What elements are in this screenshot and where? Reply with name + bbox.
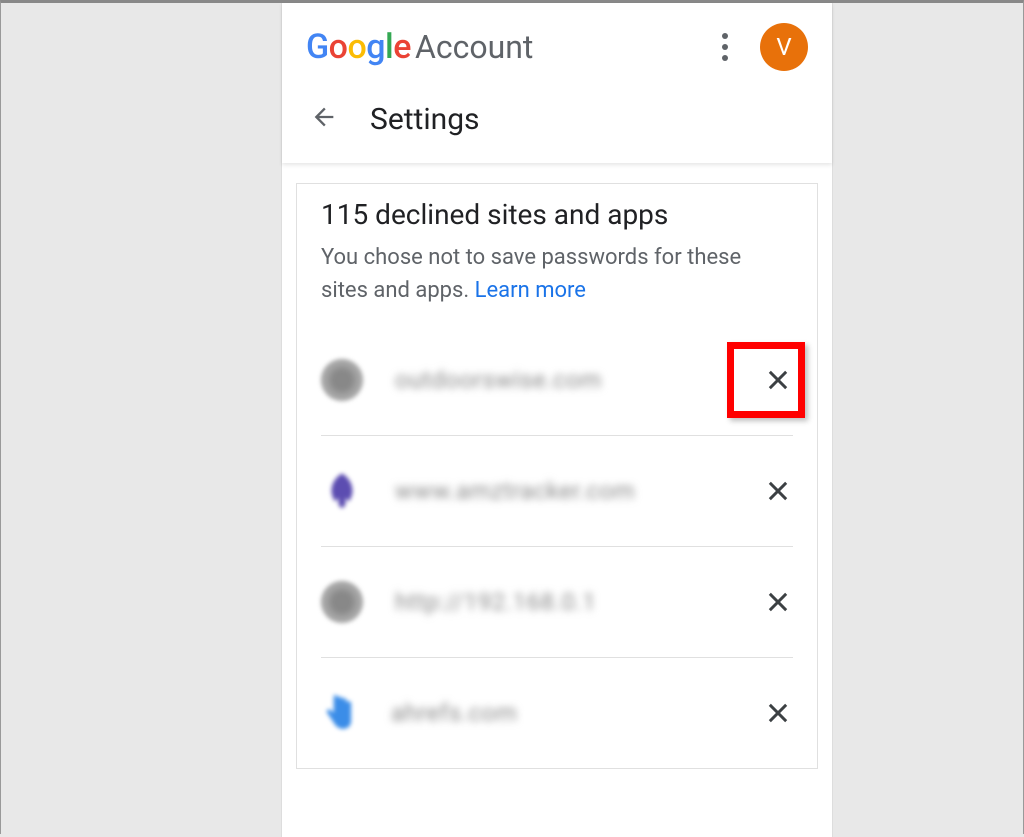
site-name: ahrefs.com xyxy=(391,699,763,727)
globe-icon xyxy=(321,581,363,623)
globe-icon xyxy=(321,359,363,401)
header-actions: V xyxy=(718,23,808,71)
site-name: www.amztracker.com xyxy=(395,477,763,505)
site-name: outdoorswise.com xyxy=(395,366,763,394)
account-label: Account xyxy=(415,28,533,66)
rocket-icon xyxy=(321,470,363,512)
declined-sites-card: 115 declined sites and apps You chose no… xyxy=(296,183,818,769)
google-account-logo: Google Account xyxy=(306,27,533,67)
site-item: ahrefs.com xyxy=(321,658,793,768)
header-top-row: Google Account V xyxy=(306,23,808,71)
remove-site-button[interactable] xyxy=(763,587,793,617)
content-area: 115 declined sites and apps You chose no… xyxy=(282,163,832,769)
section-description: You chose not to save passwords for thes… xyxy=(321,241,793,307)
section-header: 115 declined sites and apps You chose no… xyxy=(297,184,817,325)
site-name: http://192.168.0.1 xyxy=(395,588,763,616)
back-arrow-icon[interactable] xyxy=(306,99,342,139)
avatar[interactable]: V xyxy=(760,23,808,71)
site-item: www.amztracker.com xyxy=(321,436,793,547)
section-title: 115 declined sites and apps xyxy=(321,198,793,231)
learn-more-link[interactable]: Learn more xyxy=(475,278,586,303)
remove-site-button[interactable] xyxy=(763,476,793,506)
site-list: outdoorswise.com www.amztracker.com http:/… xyxy=(297,325,817,768)
site-item: http://192.168.0.1 xyxy=(321,547,793,658)
mobile-view-frame: using saved credentials. If enabled you … xyxy=(281,3,833,837)
page-title: Settings xyxy=(370,102,480,137)
more-options-icon[interactable] xyxy=(718,29,732,65)
site-item: outdoorswise.com xyxy=(321,325,793,436)
hand-icon xyxy=(321,692,359,734)
settings-nav-row: Settings xyxy=(306,99,808,151)
google-wordmark: Google xyxy=(306,27,411,67)
remove-site-button[interactable] xyxy=(763,365,793,395)
app-header: Google Account V Settings xyxy=(282,3,832,163)
remove-site-button[interactable] xyxy=(763,698,793,728)
